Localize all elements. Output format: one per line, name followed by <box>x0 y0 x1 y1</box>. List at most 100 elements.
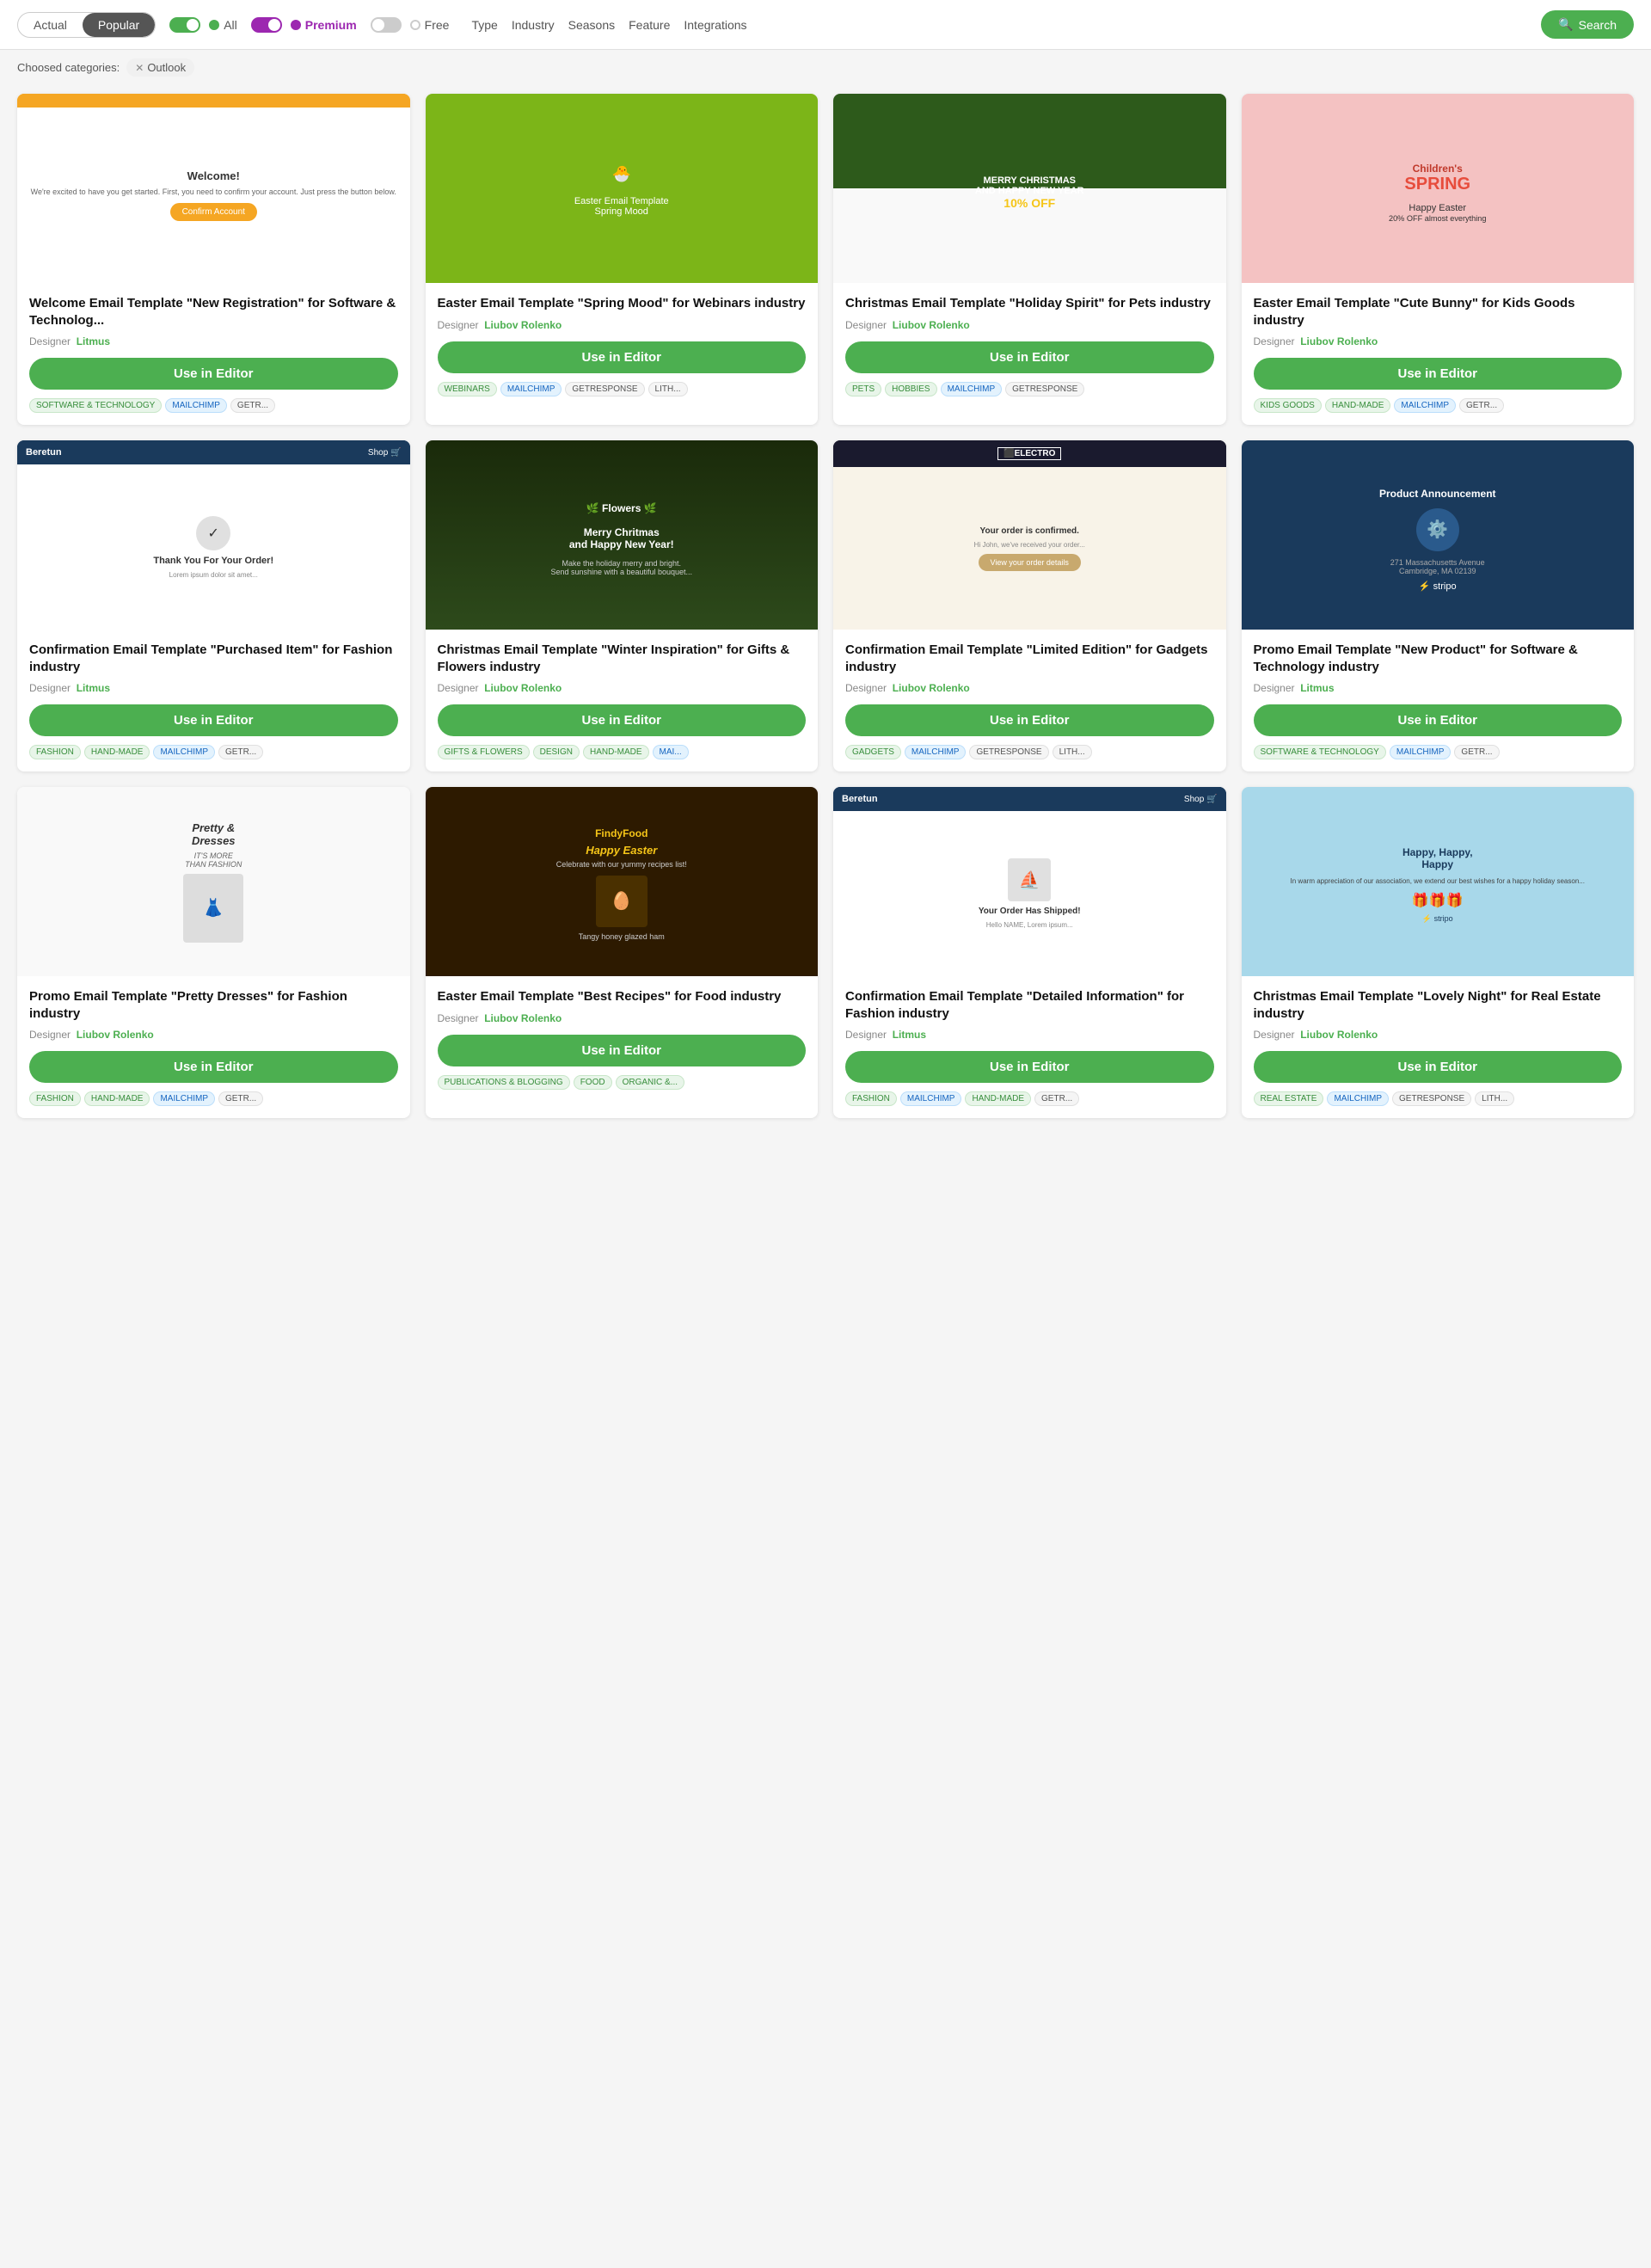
tag-es-2: GETRESPONSE <box>565 382 644 396</box>
designer-name-cg[interactable]: Liubov Rolenko <box>893 682 970 694</box>
card-preview-easter-food: FindyFood Happy Easter Celebrate with ou… <box>426 787 819 976</box>
tag-cr-0: REAL ESTATE <box>1254 1091 1324 1106</box>
tab-popular[interactable]: Popular <box>83 13 155 37</box>
designer-name-ef[interactable]: Liubov Rolenko <box>484 1012 562 1024</box>
tag-cw-0: GIFTS & FLOWERS <box>438 745 530 759</box>
use-in-editor-btn-easter-spring[interactable]: Use in Editor <box>438 341 807 373</box>
toggle-premium[interactable] <box>251 17 282 33</box>
card-welcome: Welcome! We're excited to have you get s… <box>17 94 410 425</box>
tag-bf-3: GETR... <box>218 745 263 759</box>
tag-cw-1: DESIGN <box>533 745 580 759</box>
designer-name-cw[interactable]: Liubov Rolenko <box>484 682 562 694</box>
prev-electro-body: Your order is confirmed. Hi John, we've … <box>833 467 1226 630</box>
search-button[interactable]: 🔍 Search <box>1541 10 1634 39</box>
remove-tag-icon[interactable]: ✕ <box>135 62 144 74</box>
prev-beretun-sub: Lorem ipsum dolor sit amet... <box>169 571 258 579</box>
card-body-promo-pretty: Promo Email Template "Pretty Dresses" fo… <box>17 976 410 1118</box>
filter-feature[interactable]: Feature <box>629 18 670 32</box>
card-designer-christmas-winter: Designer Liubov Rolenko <box>438 682 807 694</box>
card-preview-promo-software: Product Announcement ⚙️ 271 Massachusett… <box>1242 440 1635 630</box>
card-promo-software: Product Announcement ⚙️ 271 Massachusett… <box>1242 440 1635 771</box>
designer-name-ch[interactable]: Liubov Rolenko <box>893 319 970 331</box>
card-title-easter-food: Easter Email Template "Best Recipes" for… <box>438 988 807 1005</box>
designer-name-welcome[interactable]: Litmus <box>77 335 110 347</box>
card-designer-beretun-fashion: Designer Litmus <box>29 682 398 694</box>
search-icon: 🔍 <box>1558 17 1573 32</box>
dot-all-icon <box>209 20 219 30</box>
tag-ek-1: HAND-MADE <box>1325 398 1391 413</box>
card-designer-confirmation-gadgets: Designer Liubov Rolenko <box>845 682 1214 694</box>
card-designer-welcome: Designer Litmus <box>29 335 398 347</box>
card-tags-ef: PUBLICATIONS & BLOGGING FOOD ORGANIC &..… <box>438 1075 807 1090</box>
use-in-editor-btn-easter-food[interactable]: Use in Editor <box>438 1035 807 1066</box>
tag-es-1: MAILCHIMP <box>500 382 562 396</box>
prev-xmas-text: MERRY CHRISTMASAND HAPPY NEW YEAR10% OFF <box>975 175 1084 210</box>
designer-name-bf[interactable]: Litmus <box>77 682 110 694</box>
card-tags-welcome: SOFTWARE & TECHNOLOGY MAILCHIMP GETR... <box>29 398 398 413</box>
use-in-editor-btn-welcome[interactable]: Use in Editor <box>29 358 398 390</box>
label-all: All <box>224 18 237 32</box>
card-preview-christmas-real: Happy, Happy,Happy In warm appreciation … <box>1242 787 1635 976</box>
use-in-editor-btn-christmas-winter[interactable]: Use in Editor <box>438 704 807 736</box>
prev-check-icon: ✓ <box>196 516 230 550</box>
prev-pretty-img: 👗 <box>183 874 243 943</box>
category-label: Choosed categories: <box>17 61 120 74</box>
use-in-editor-btn-promo-software[interactable]: Use in Editor <box>1254 704 1623 736</box>
filter-bar: Actual Popular All Premium Free Type Ind <box>0 0 1651 50</box>
toggle-free-group: Free <box>371 17 450 33</box>
designer-name-ek[interactable]: Liubov Rolenko <box>1300 335 1378 347</box>
card-preview-promo-pretty: Pretty &Dresses IT'S MORETHAN FASHION 👗 <box>17 787 410 976</box>
use-in-editor-btn-confirmation-fashion[interactable]: Use in Editor <box>845 1051 1214 1083</box>
toggle-premium-thumb <box>268 19 280 31</box>
tag-ch-1: HOBBIES <box>885 382 936 396</box>
filter-seasons[interactable]: Seasons <box>568 18 615 32</box>
prev-winter-sub: Make the holiday merry and bright.Send s… <box>550 559 692 576</box>
toggle-all[interactable] <box>169 17 200 33</box>
tag-ps-2: GETR... <box>1454 745 1499 759</box>
tag-bf-2: MAILCHIMP <box>153 745 215 759</box>
tag-cr-1: MAILCHIMP <box>1327 1091 1389 1106</box>
label-free: Free <box>425 18 450 32</box>
card-preview-welcome: Welcome! We're excited to have you get s… <box>17 94 410 283</box>
designer-name-pp[interactable]: Liubov Rolenko <box>77 1029 154 1041</box>
tag-pp-2: MAILCHIMP <box>153 1091 215 1106</box>
designer-name-ps[interactable]: Litmus <box>1300 682 1334 694</box>
label-premium: Premium <box>305 18 357 32</box>
prev-promo-sw-title: Product Announcement <box>1371 479 1505 508</box>
card-tags-cf: FASHION MAILCHIMP HAND-MADE GETR... <box>845 1091 1214 1106</box>
tab-actual[interactable]: Actual <box>18 13 83 37</box>
tag-bf-0: FASHION <box>29 745 81 759</box>
prev-promo-sw-icon: ⚙️ <box>1416 508 1459 551</box>
prev-beretun2-body: ⛵ Your Order Has Shipped! Hello NAME, Lo… <box>833 811 1226 976</box>
filter-integrations[interactable]: Integrations <box>684 18 746 32</box>
filter-type[interactable]: Type <box>471 18 497 32</box>
prev-food-item: Tangy honey glazed ham <box>579 932 665 941</box>
dot-free-icon <box>410 20 420 30</box>
tag-welcome-0: SOFTWARE & TECHNOLOGY <box>29 398 162 413</box>
card-title-christmas-real: Christmas Email Template "Lovely Night" … <box>1254 988 1623 1022</box>
toggle-premium-group: Premium <box>251 17 357 33</box>
card-body-easter-spring: Easter Email Template "Spring Mood" for … <box>426 283 819 409</box>
tag-ef-1: FOOD <box>574 1075 612 1090</box>
use-in-editor-btn-promo-pretty[interactable]: Use in Editor <box>29 1051 398 1083</box>
use-in-editor-btn-christmas-holiday[interactable]: Use in Editor <box>845 341 1214 373</box>
designer-name-cr[interactable]: Liubov Rolenko <box>1300 1029 1378 1041</box>
use-in-editor-btn-beretun-fashion[interactable]: Use in Editor <box>29 704 398 736</box>
toggle-free[interactable] <box>371 17 402 33</box>
use-in-editor-btn-confirmation-gadgets[interactable]: Use in Editor <box>845 704 1214 736</box>
use-in-editor-btn-christmas-real[interactable]: Use in Editor <box>1254 1051 1623 1083</box>
use-in-editor-btn-easter-kids[interactable]: Use in Editor <box>1254 358 1623 390</box>
card-title-welcome: Welcome Email Template "New Registration… <box>29 295 398 329</box>
prev-body-welcome: Welcome! We're excited to have you get s… <box>17 108 410 283</box>
tag-ch-3: GETRESPONSE <box>1005 382 1084 396</box>
card-tags-ek: KIDS GOODS HAND-MADE MAILCHIMP GETR... <box>1254 398 1623 413</box>
toggle-all-group: All <box>169 17 237 33</box>
filter-industry[interactable]: Industry <box>512 18 555 32</box>
tag-label: Outlook <box>147 61 186 74</box>
card-body-beretun-fashion: Confirmation Email Template "Purchased I… <box>17 630 410 771</box>
designer-name-cf[interactable]: Litmus <box>893 1029 926 1041</box>
card-title-promo-pretty: Promo Email Template "Pretty Dresses" fo… <box>29 988 398 1022</box>
card-title-easter-kids: Easter Email Template "Cute Bunny" for K… <box>1254 295 1623 329</box>
prev-brand-easter: 🐣 <box>604 157 640 192</box>
designer-name-easter-spring[interactable]: Liubov Rolenko <box>484 319 562 331</box>
